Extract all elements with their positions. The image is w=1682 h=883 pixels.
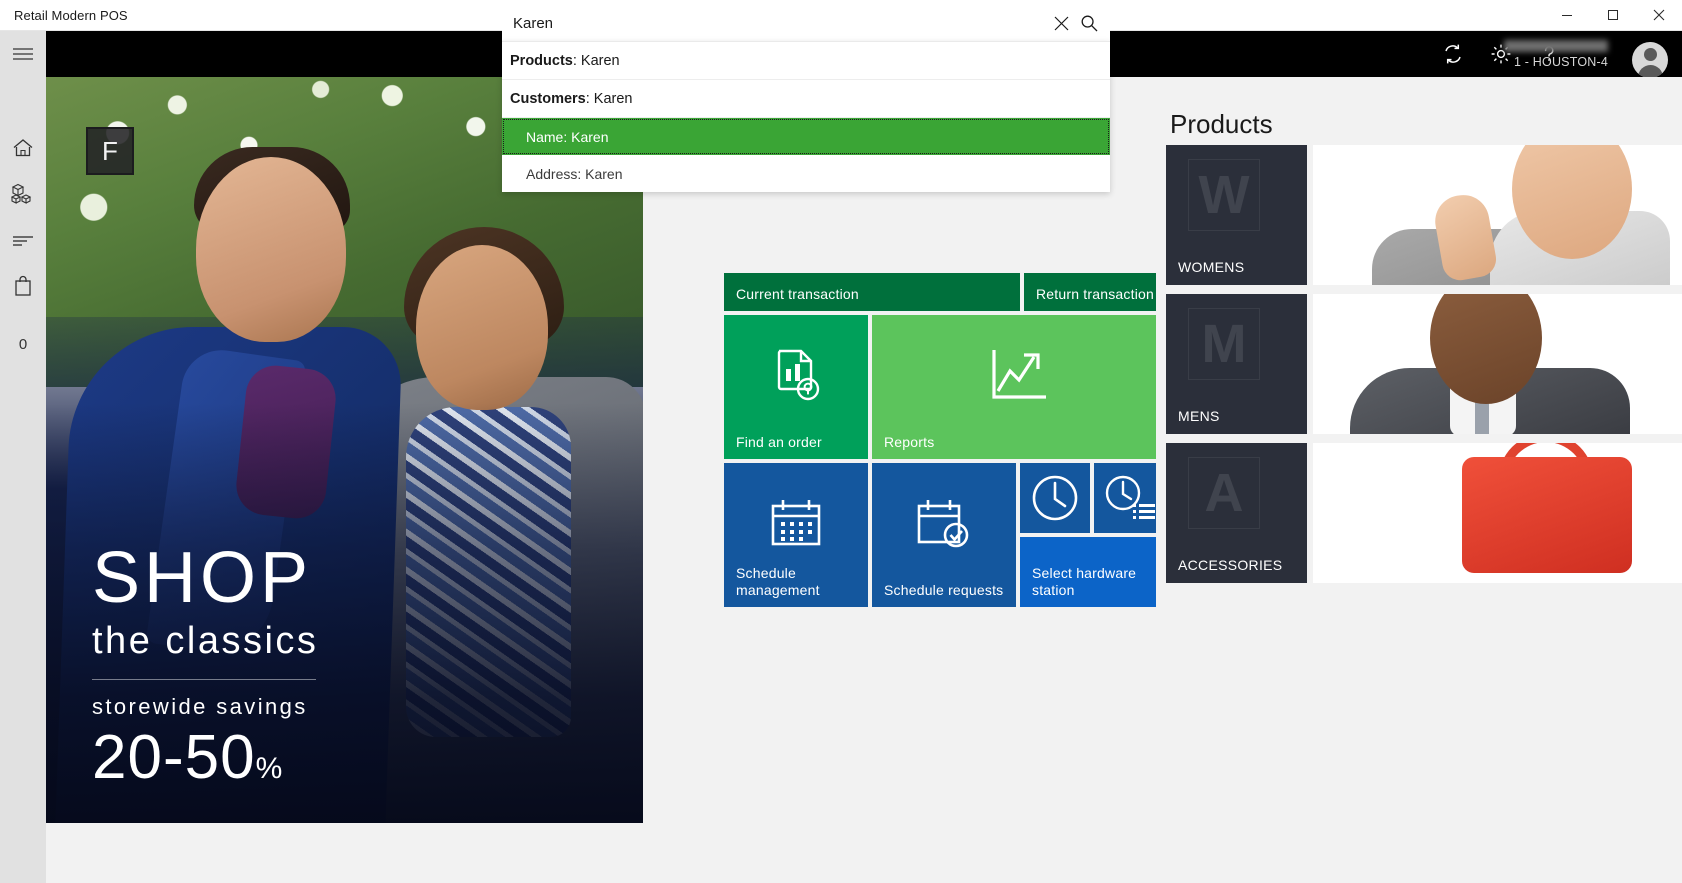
search-box[interactable] [502, 5, 1110, 41]
close-icon [1653, 9, 1665, 21]
category-label: WOMENS [1178, 259, 1245, 275]
tile-schedule-management[interactable]: Schedule management [724, 463, 868, 607]
tile-label: Find an order [736, 433, 822, 450]
category-watermark: W [1188, 159, 1260, 231]
banner-percent: 20-50% [92, 722, 612, 793]
tile-label: Return transaction [1036, 285, 1154, 302]
minimize-button[interactable] [1544, 0, 1590, 31]
tile-label: Select hardware station [1032, 564, 1137, 598]
banner-subhead: the classics [92, 620, 319, 662]
category-watermark: M [1188, 308, 1260, 380]
tile-schedule-requests[interactable]: Schedule requests [872, 463, 1016, 607]
suggestion-group-label: Products [510, 52, 573, 69]
tile-time-clock[interactable] [1020, 463, 1090, 533]
minimize-icon [1561, 9, 1573, 21]
suggestion-group-query: : Karen [585, 90, 633, 107]
operation-tiles: Current transaction Return transaction Fi… [676, 77, 1166, 883]
clock-icon [1020, 463, 1090, 533]
window-controls [1544, 0, 1682, 31]
category-photo-womens[interactable] [1313, 145, 1682, 285]
category-photo-mens[interactable] [1313, 294, 1682, 434]
search-input[interactable] [513, 14, 1047, 32]
tile-select-hardware-station[interactable]: Select hardware station [1020, 537, 1166, 607]
products-panel: Products W WOMENS M MENS A ACCESSORIES [1156, 77, 1682, 883]
sidebar-item-products[interactable] [0, 171, 46, 217]
close-icon [1053, 15, 1070, 32]
tile-reports[interactable]: Reports [872, 315, 1166, 459]
calendar-check-icon [872, 463, 1016, 585]
bag-body-shape [1462, 457, 1632, 573]
banner-text-block: SHOP the classics storewide savings 20-5… [92, 537, 612, 793]
user-name [1504, 39, 1608, 52]
suggestion-group-query: : Karen [572, 52, 620, 69]
banner-badge: F [86, 127, 134, 175]
cart-count-badge: 0 [0, 321, 46, 367]
tile-find-an-order[interactable]: Find an order [724, 315, 868, 459]
search-suggestions: Products: Karen Customers: Karen Name: Kar… [502, 41, 1110, 192]
page-title: Products [1170, 109, 1273, 139]
category-tile-accessories[interactable]: A ACCESSORIES [1166, 443, 1307, 583]
search-clear-button[interactable] [1047, 9, 1075, 37]
hamburger-icon [12, 46, 34, 62]
sidebar-item-home[interactable] [0, 125, 46, 171]
user-info[interactable]: 1 - HOUSTON-4 [1504, 31, 1614, 77]
window-title: Retail Modern POS [14, 7, 128, 23]
sync-button[interactable] [1440, 41, 1466, 67]
home-icon [12, 138, 34, 158]
search-suggestion-item-2[interactable]: Name: Karen [502, 118, 1110, 155]
avatar[interactable] [1632, 42, 1668, 78]
search-icon [1080, 14, 1099, 33]
store-label: 1 - HOUSTON-4 [1513, 54, 1608, 69]
sidebar-item-menu[interactable] [0, 31, 46, 77]
tile-return-transaction[interactable]: Return transaction [1024, 273, 1166, 311]
tile-label: Reports [884, 433, 935, 450]
category-label: ACCESSORIES [1178, 557, 1283, 573]
document-search-icon [724, 315, 868, 437]
search-suggestion-group-customers[interactable]: Customers: Karen [502, 80, 1110, 118]
category-tile-mens[interactable]: M MENS [1166, 294, 1307, 434]
banner-percent-symbol: % [255, 752, 284, 785]
search-suggestion-group-products[interactable]: Products: Karen [502, 42, 1110, 80]
boxes-icon [11, 183, 35, 205]
banner-divider [92, 679, 316, 680]
category-label: MENS [1178, 408, 1220, 424]
category-row-womens[interactable]: W WOMENS [1166, 145, 1682, 285]
tile-label: Schedule requests [884, 581, 1004, 598]
refresh-icon [1441, 42, 1465, 66]
search-submit-button[interactable] [1075, 9, 1103, 37]
suggestion-label: Name: Karen [526, 128, 609, 145]
maximize-button[interactable] [1590, 0, 1636, 31]
banner-percent-value: 20-50 [92, 723, 256, 792]
category-row-accessories[interactable]: A ACCESSORIES [1166, 443, 1682, 583]
search-suggestion-item-3[interactable]: Address: Karen [502, 155, 1110, 192]
banner-man-face [196, 157, 346, 342]
tile-label: Current transaction [736, 285, 859, 302]
banner-woman-face [416, 245, 548, 410]
chart-arrow-icon [872, 315, 1166, 437]
category-row-mens[interactable]: M MENS [1166, 294, 1682, 434]
search-overlay: Products: KarenCustomers: KarenName: Kar… [502, 5, 1110, 192]
banner-headline: SHOP [92, 537, 313, 618]
lines-icon [12, 233, 34, 247]
close-button[interactable] [1636, 0, 1682, 31]
shopping-bag-icon [13, 275, 33, 297]
category-watermark: A [1188, 457, 1260, 529]
tile-current-transaction[interactable]: Current transaction [724, 273, 1020, 311]
suggestion-label: Address: Karen [526, 165, 623, 182]
tile-label: Schedule management [736, 564, 820, 598]
avatar-head [1643, 48, 1657, 61]
main-content: F SHOP the classics storewide savings 20… [46, 77, 1682, 883]
banner-savings-text: storewide savings [92, 694, 308, 719]
category-photo-accessories[interactable] [1313, 443, 1682, 583]
sidebar-item-cart[interactable] [0, 263, 46, 309]
sidebar-item-transactions[interactable] [0, 217, 46, 263]
maximize-icon [1607, 9, 1619, 21]
left-navigation-rail: 0 [0, 31, 46, 883]
suggestion-group-label: Customers [510, 90, 586, 107]
category-tile-womens[interactable]: W WOMENS [1166, 145, 1307, 285]
cart-count-value: 0 [18, 335, 28, 353]
